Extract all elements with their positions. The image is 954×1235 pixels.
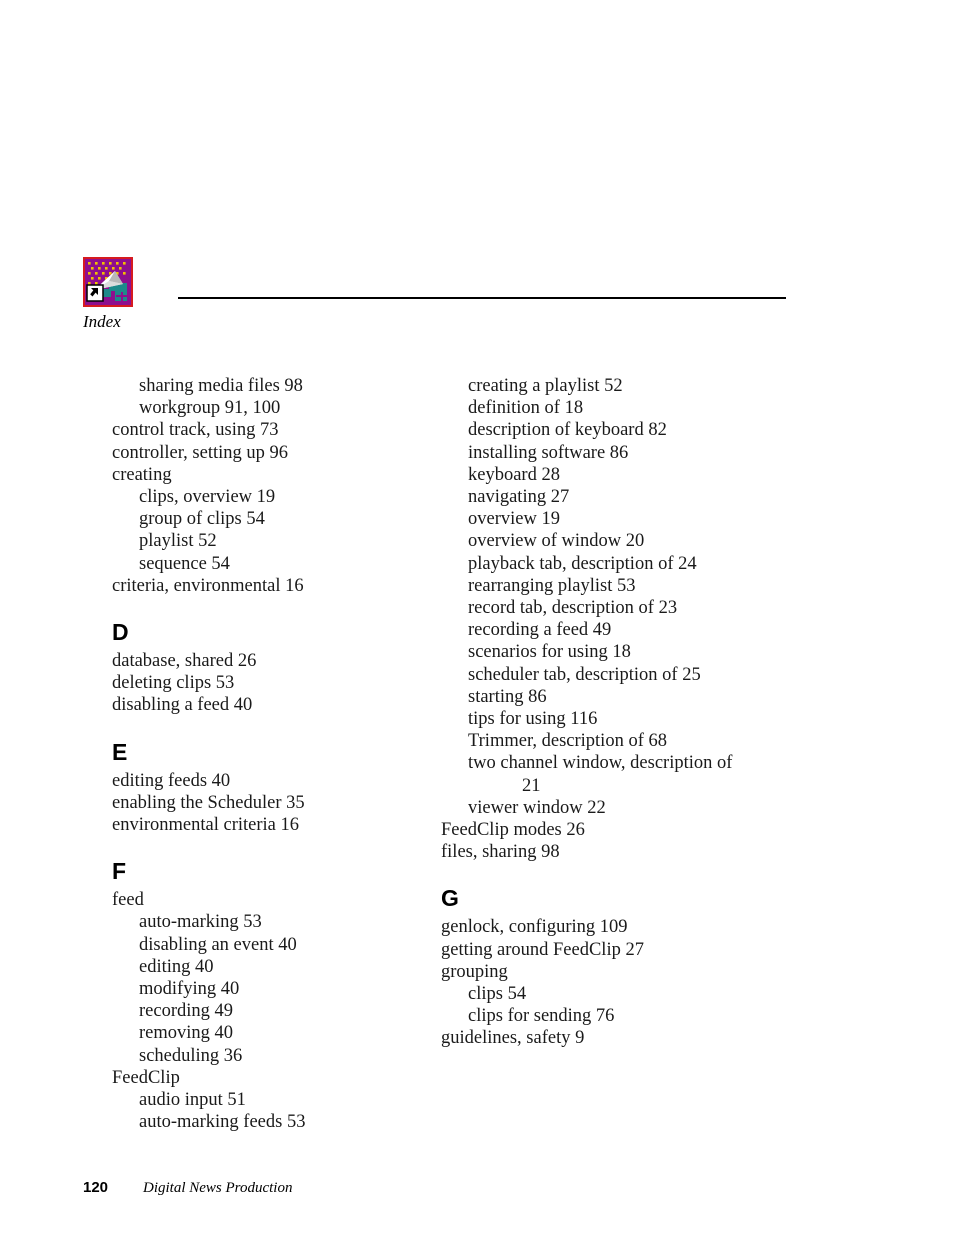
footer-title: Digital News Production bbox=[143, 1180, 293, 1196]
page-title: Index bbox=[83, 312, 121, 331]
index-entry: FeedClip bbox=[112, 1067, 180, 1088]
index-entry: group of clips 54 bbox=[139, 509, 265, 530]
section-letter: D bbox=[112, 619, 129, 646]
index-entry: disabling a feed 40 bbox=[112, 695, 253, 716]
section-letter: G bbox=[441, 885, 459, 912]
index-entry: clips 54 bbox=[468, 984, 527, 1005]
index-entry: control track, using 73 bbox=[112, 420, 279, 441]
index-entry: FeedClip modes 26 bbox=[441, 820, 585, 841]
index-entry: scheduling 36 bbox=[139, 1045, 243, 1066]
index-entry: clips, overview 19 bbox=[139, 487, 276, 508]
index-entry: sharing media files 98 bbox=[139, 376, 303, 396]
index-entry: rearranging playlist 53 bbox=[468, 575, 636, 596]
index-entry: files, sharing 98 bbox=[441, 842, 560, 863]
index-entry: getting around FeedClip 27 bbox=[441, 939, 644, 960]
index-entry: database, shared 26 bbox=[112, 651, 257, 672]
index-entry: creating a playlist 52 bbox=[468, 376, 623, 396]
index-entry: two channel window, description of 21 bbox=[441, 752, 746, 796]
index-entry: sequence 54 bbox=[139, 553, 230, 574]
index-entry: playlist 52 bbox=[139, 531, 217, 552]
index-entry: deleting clips 53 bbox=[112, 673, 235, 694]
index-entry: Trimmer, description of 68 bbox=[468, 731, 667, 752]
index-section-g: Ggenlock, configuring 109 getting around … bbox=[441, 885, 771, 1049]
index-entry: workgroup 91, 100 bbox=[139, 398, 281, 419]
index-entry-continuation: 21 bbox=[522, 775, 541, 796]
index-section-f: Ffeed auto-marking 53 disabling an event 4… bbox=[112, 858, 442, 1133]
index-entry: enabling the Scheduler 35 bbox=[112, 792, 305, 813]
page-number: 120 bbox=[83, 1179, 109, 1196]
left-column: sharing media files 98 workgroup 91, 100 c… bbox=[112, 375, 442, 1133]
index-entry: creating bbox=[112, 464, 172, 485]
index-section-continued: sharing media files 98 workgroup 91, 100 c… bbox=[112, 375, 442, 597]
index-section-continued: creating a playlist 52 definition of 18 de… bbox=[441, 375, 771, 863]
index-entry: modifying 40 bbox=[139, 979, 240, 1000]
index-entry: feed bbox=[112, 890, 144, 911]
section-letter: E bbox=[112, 738, 128, 765]
page-header: Index bbox=[83, 257, 786, 332]
index-entry: genlock, configuring 109 bbox=[441, 917, 628, 938]
index-entry: disabling an event 40 bbox=[139, 934, 297, 955]
index-entry: environmental criteria 16 bbox=[112, 815, 299, 836]
index-entry: record tab, description of 23 bbox=[468, 598, 678, 619]
index-entry: scheduler tab, description of 25 bbox=[468, 664, 701, 685]
index-entry: editing feeds 40 bbox=[112, 770, 231, 791]
index-entry: removing 40 bbox=[139, 1023, 234, 1044]
index-entry: starting 86 bbox=[468, 686, 547, 707]
index-entry: description of keyboard 82 bbox=[468, 420, 667, 441]
index-entry: definition of 18 bbox=[468, 398, 584, 419]
page-footer: 120 Digital News Production bbox=[83, 1178, 783, 1200]
index-entry: playback tab, description of 24 bbox=[468, 553, 697, 574]
index-entry: keyboard 28 bbox=[468, 464, 560, 485]
index-entry-text: two channel window, description of bbox=[468, 753, 733, 774]
index-entry: criteria, environmental 16 bbox=[112, 575, 304, 596]
index-section-e: Eediting feeds 40 enabling the Scheduler … bbox=[112, 739, 442, 837]
section-letter: F bbox=[112, 858, 127, 885]
chapter-icon-graphic bbox=[85, 259, 131, 305]
index-entry: navigating 27 bbox=[468, 487, 570, 508]
index-entry: recording a feed 49 bbox=[468, 620, 612, 641]
index-entry: installing software 86 bbox=[468, 442, 629, 463]
right-column: creating a playlist 52 definition of 18 de… bbox=[441, 375, 771, 1050]
chapter-icon bbox=[83, 257, 133, 307]
index-page: Index sharing media files 98 workgroup 91… bbox=[0, 0, 954, 1235]
header-divider bbox=[178, 297, 786, 299]
index-entry: tips for using 116 bbox=[468, 709, 598, 730]
index-entry: audio input 51 bbox=[139, 1090, 246, 1111]
index-entry: editing 40 bbox=[139, 956, 214, 977]
index-entry: overview 19 bbox=[468, 509, 560, 530]
index-section-d: Ddatabase, shared 26 deleting clips 53 dis… bbox=[112, 619, 442, 717]
index-entry: grouping bbox=[441, 961, 508, 982]
index-entry: auto-marking 53 bbox=[139, 912, 262, 933]
index-entry: recording 49 bbox=[139, 1001, 234, 1022]
index-entry: viewer window 22 bbox=[468, 797, 606, 818]
index-entry: guidelines, safety 9 bbox=[441, 1028, 585, 1049]
index-entry: controller, setting up 96 bbox=[112, 442, 289, 463]
index-entry: auto-marking feeds 53 bbox=[139, 1112, 306, 1133]
index-entry: clips for sending 76 bbox=[468, 1006, 615, 1027]
index-entry: overview of window 20 bbox=[468, 531, 645, 552]
index-entry: scenarios for using 18 bbox=[468, 642, 631, 663]
